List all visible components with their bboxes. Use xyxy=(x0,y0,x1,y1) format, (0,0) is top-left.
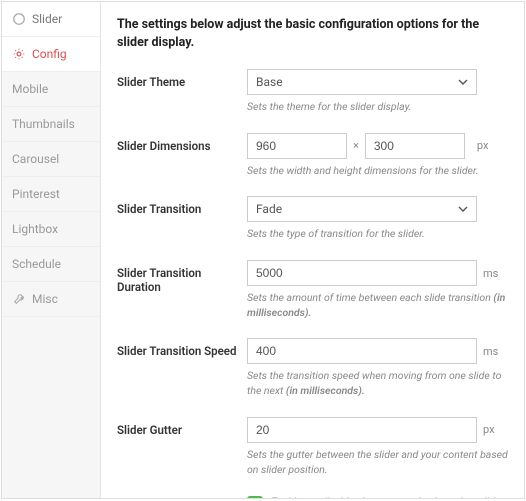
unit-label: ms xyxy=(483,267,498,280)
unit-label: px xyxy=(483,423,495,436)
tab-pinterest[interactable]: Pinterest xyxy=(2,177,100,212)
field-label: Slider Transition Speed xyxy=(117,338,247,358)
main-panel: The settings below adjust the basic conf… xyxy=(101,2,524,498)
crop-checkbox[interactable] xyxy=(247,496,263,498)
gutter-input[interactable] xyxy=(247,417,477,443)
chevron-down-icon xyxy=(458,77,468,87)
sidebar: Slider Config Mobile Thumbnails Carousel… xyxy=(2,2,101,498)
tab-label: Config xyxy=(32,47,67,61)
times-symbol: × xyxy=(353,139,359,152)
field-help: Sets the amount of time between each sli… xyxy=(247,291,508,320)
tab-label: Mobile xyxy=(12,82,48,96)
field-dimensions: Slider Dimensions × px Sets the width an… xyxy=(117,133,508,179)
height-input[interactable] xyxy=(365,133,465,159)
field-label: Slider Theme xyxy=(117,69,247,89)
theme-select[interactable]: Base xyxy=(247,69,477,95)
field-help: Sets the type of transition for the slid… xyxy=(247,227,508,242)
chevron-down-icon xyxy=(458,204,468,214)
tab-misc[interactable]: Misc xyxy=(2,282,100,317)
gear-icon xyxy=(12,47,26,61)
field-help: Sets the width and height dimensions for… xyxy=(247,164,508,179)
tab-label: Slider xyxy=(32,12,62,26)
field-label: Slider Transition Duration xyxy=(117,260,247,294)
field-label: Slider Transition xyxy=(117,196,247,216)
select-value: Base xyxy=(256,75,283,89)
field-label: Crop Images in Slider? xyxy=(117,495,247,498)
speed-input[interactable] xyxy=(247,338,477,364)
tab-mobile[interactable]: Mobile xyxy=(2,72,100,107)
wrench-icon xyxy=(12,292,26,306)
tab-label: Lightbox xyxy=(12,222,58,236)
panel-heading: The settings below adjust the basic conf… xyxy=(117,16,508,51)
unit-label: ms xyxy=(483,345,498,358)
field-speed: Slider Transition Speed ms Sets the tran… xyxy=(117,338,508,398)
field-duration: Slider Transition Duration ms Sets the a… xyxy=(117,260,508,320)
tab-label: Misc xyxy=(32,292,58,306)
tab-label: Thumbnails xyxy=(12,117,75,131)
tab-carousel[interactable]: Carousel xyxy=(2,142,100,177)
tab-lightbox[interactable]: Lightbox xyxy=(2,212,100,247)
field-help: Sets the transition speed when moving fr… xyxy=(247,369,508,398)
circle-icon xyxy=(12,12,26,26)
tab-label: Pinterest xyxy=(12,187,60,201)
unit-label: px xyxy=(477,139,489,152)
tab-slider[interactable]: Slider xyxy=(2,2,100,37)
field-gutter: Slider Gutter px Sets the gutter between… xyxy=(117,417,508,477)
field-label: Slider Dimensions xyxy=(117,133,247,153)
tab-label: Schedule xyxy=(12,257,61,271)
tab-config[interactable]: Config xyxy=(2,37,100,72)
tab-schedule[interactable]: Schedule xyxy=(2,247,100,282)
select-value: Fade xyxy=(256,202,282,216)
transition-select[interactable]: Fade xyxy=(247,196,477,222)
tab-label: Carousel xyxy=(12,152,59,166)
field-transition: Slider Transition Fade Sets the type of … xyxy=(117,196,508,242)
field-theme: Slider Theme Base Sets the theme for the… xyxy=(117,69,508,115)
field-label: Slider Gutter xyxy=(117,417,247,437)
field-help: Enables or disables image cropping based… xyxy=(271,495,508,498)
tab-thumbnails[interactable]: Thumbnails xyxy=(2,107,100,142)
field-help: Sets the theme for the slider display. xyxy=(247,100,508,115)
width-input[interactable] xyxy=(247,133,347,159)
field-help: Sets the gutter between the slider and y… xyxy=(247,448,508,477)
duration-input[interactable] xyxy=(247,260,477,286)
field-crop: Crop Images in Slider? Enables or disabl… xyxy=(117,495,508,498)
